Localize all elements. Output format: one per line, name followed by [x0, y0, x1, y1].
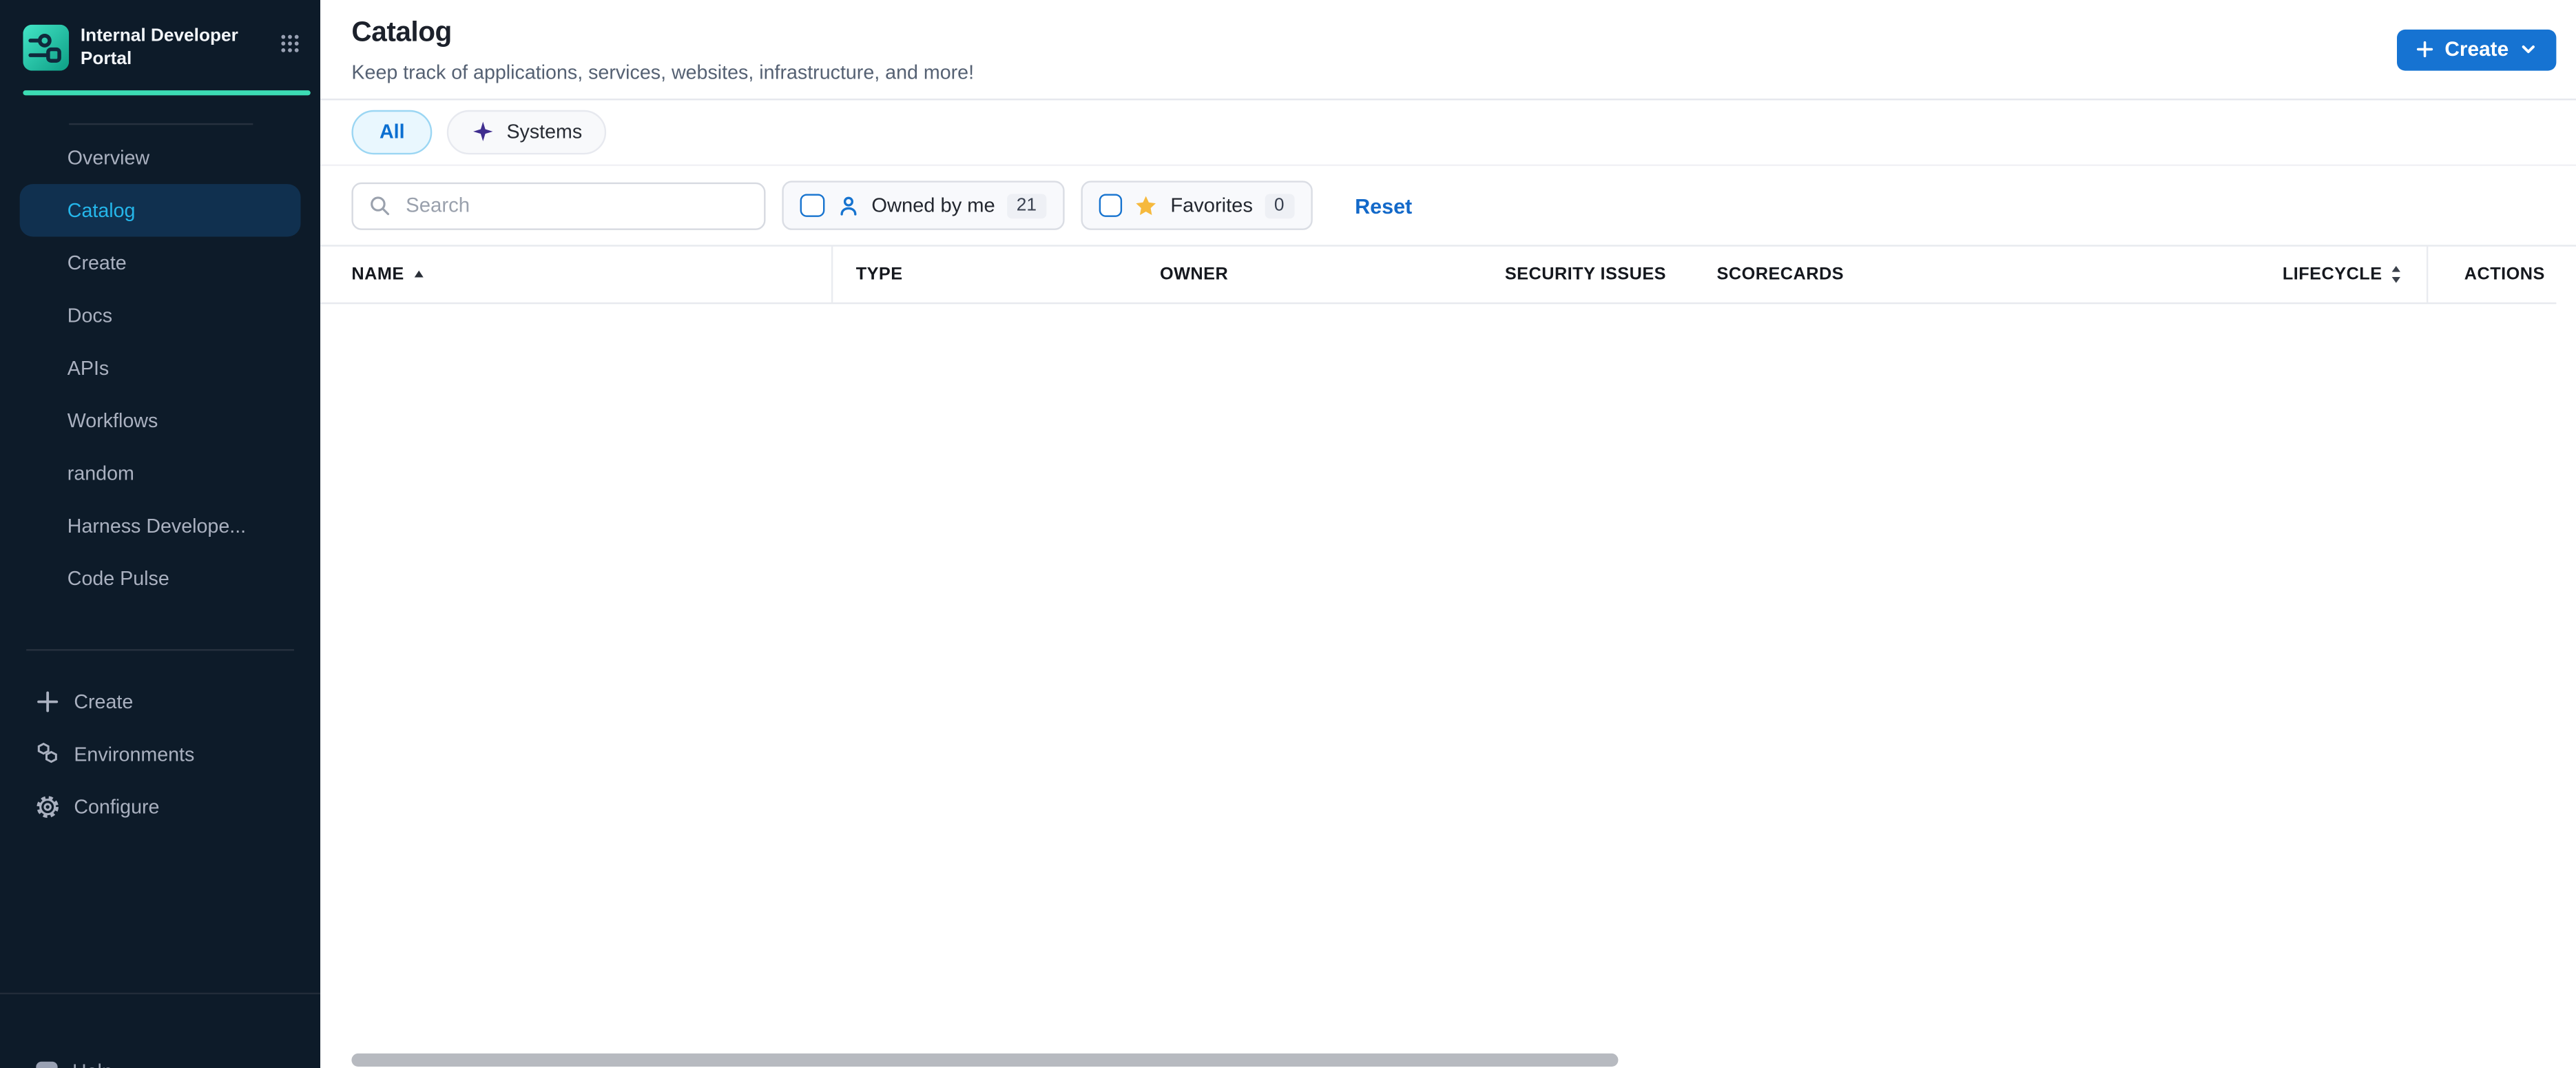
environments-icon: [34, 741, 61, 767]
sort-asc-icon: [413, 268, 426, 281]
create-button[interactable]: Create: [2397, 29, 2557, 70]
column-header-lifecycle[interactable]: LIFECYCLE: [2185, 247, 2427, 302]
tab-all[interactable]: All: [351, 110, 433, 154]
brand-title: Internal Developer Portal: [80, 26, 238, 68]
sidebar-item-overview[interactable]: Overview: [0, 131, 320, 183]
tab-label: All: [379, 120, 405, 144]
tab-label: Systems: [506, 120, 583, 144]
column-header-owner[interactable]: OWNER: [1134, 247, 1479, 302]
brand-row: Internal Developer Portal: [0, 0, 320, 71]
sidebar-item-label: Configure: [74, 794, 160, 818]
search-icon: [368, 194, 391, 216]
column-label: TYPE: [855, 265, 903, 285]
gear-icon: [34, 793, 61, 819]
sidebar-item-label: Catalog: [67, 198, 136, 221]
tab-systems[interactable]: Systems: [447, 110, 607, 154]
person-icon: [835, 193, 860, 218]
sidebar-item-configure[interactable]: Configure: [0, 780, 320, 832]
search-box[interactable]: [351, 181, 766, 229]
favorites-count-badge: 0: [1264, 193, 1294, 218]
app-switcher-grid-icon[interactable]: [279, 33, 300, 54]
sidebar-item-label: Create: [74, 689, 134, 712]
column-label: SCORECARDS: [1716, 265, 1845, 285]
app-window: Internal Developer Portal Overview Catalo…: [0, 0, 2576, 1068]
column-label: ACTIONS: [2464, 265, 2545, 285]
owned-by-me-label: Owned by me: [871, 194, 995, 217]
plus-icon: [2415, 40, 2435, 60]
sidebar-item-label: Create: [67, 250, 127, 274]
sort-both-icon: [2389, 265, 2403, 285]
owned-by-me-filter[interactable]: Owned by me 21: [782, 181, 1065, 230]
plus-icon: [34, 688, 61, 714]
column-header-type[interactable]: TYPE: [833, 247, 1133, 302]
sidebar-divider: [0, 992, 321, 995]
column-header-security-issues[interactable]: SECURITY ISSUES: [1479, 247, 1692, 302]
svg-text:?: ?: [42, 1065, 51, 1068]
main-content: Catalog Keep track of applications, serv…: [320, 0, 2576, 1068]
search-input[interactable]: [402, 192, 749, 219]
column-label: NAME: [351, 265, 404, 285]
horizontal-scrollbar[interactable]: [351, 1053, 1619, 1066]
owned-by-me-count-badge: 21: [1006, 193, 1047, 218]
column-header-name[interactable]: NAME: [320, 246, 833, 302]
favorites-checkbox[interactable]: [1099, 193, 1123, 218]
column-header-actions: ACTIONS: [2426, 246, 2556, 302]
favorites-label: Favorites: [1170, 194, 1253, 217]
page-header: Catalog Keep track of applications, serv…: [320, 0, 2576, 100]
sidebar-item-catalog[interactable]: Catalog: [19, 183, 301, 236]
column-label: SECURITY ISSUES: [1504, 265, 1667, 285]
sidebar-item-label: random: [67, 461, 134, 484]
sidebar-item-random[interactable]: random: [0, 446, 320, 499]
sidebar-item-label: Harness Develope...: [67, 513, 247, 537]
sidebar-item-create[interactable]: Create: [0, 675, 320, 727]
chevron-down-icon: [2519, 40, 2539, 60]
sidebar-item-environments[interactable]: Environments: [0, 727, 320, 779]
column-label: OWNER: [1159, 265, 1229, 285]
sidebar-nav: Overview Catalog Create Docs APIs Workflows ra…: [0, 131, 320, 604]
sidebar-item-label: Workflows: [67, 408, 158, 432]
page-subtitle: Keep track of applications, services, we…: [351, 61, 975, 84]
app-logo-icon: [23, 24, 70, 71]
sidebar-item-apis[interactable]: APIs: [0, 341, 320, 393]
sidebar-footer: Create Environments Configure: [0, 675, 320, 832]
page-title: Catalog: [351, 16, 452, 48]
systems-icon: [472, 121, 495, 143]
sidebar-item-label: Code Pulse: [67, 566, 169, 590]
sidebar-item-label: APIs: [67, 356, 110, 379]
create-button-label: Create: [2444, 38, 2509, 61]
sidebar: Internal Developer Portal Overview Catalo…: [0, 0, 321, 1068]
kind-tabs: All Systems: [320, 99, 2576, 166]
sidebar-item-create[interactable]: Create: [0, 236, 320, 288]
star-icon: [1134, 193, 1159, 218]
table-header: NAME TYPE OWNER SECURITY ISSUES SCORECAR…: [320, 246, 2557, 305]
sidebar-item-docs[interactable]: Docs: [0, 289, 320, 341]
help-icon: ?: [34, 1059, 59, 1068]
sidebar-item-harness-develope[interactable]: Harness Develope...: [0, 499, 320, 551]
sidebar-divider: [26, 648, 294, 650]
sidebar-item-code-pulse[interactable]: Code Pulse: [0, 551, 320, 604]
sidebar-accent-rule: [23, 90, 311, 95]
help-label: Help: [72, 1060, 113, 1068]
sidebar-item-label: Overview: [67, 145, 150, 169]
sidebar-item-help[interactable]: ? Help: [0, 1047, 113, 1068]
sidebar-item-label: Docs: [67, 303, 113, 327]
sidebar-item-workflows[interactable]: Workflows: [0, 393, 320, 446]
filter-bar: Owned by me 21 Favorites 0 Reset: [320, 166, 2576, 247]
owned-by-me-checkbox[interactable]: [800, 193, 824, 218]
column-header-scorecards[interactable]: SCORECARDS: [1692, 247, 2185, 302]
sidebar-divider: [69, 122, 253, 125]
column-label: LIFECYCLE: [2282, 265, 2382, 285]
sidebar-item-label: Environments: [74, 741, 195, 766]
favorites-filter[interactable]: Favorites 0: [1081, 181, 1313, 230]
reset-filters-link[interactable]: Reset: [1355, 193, 1412, 218]
